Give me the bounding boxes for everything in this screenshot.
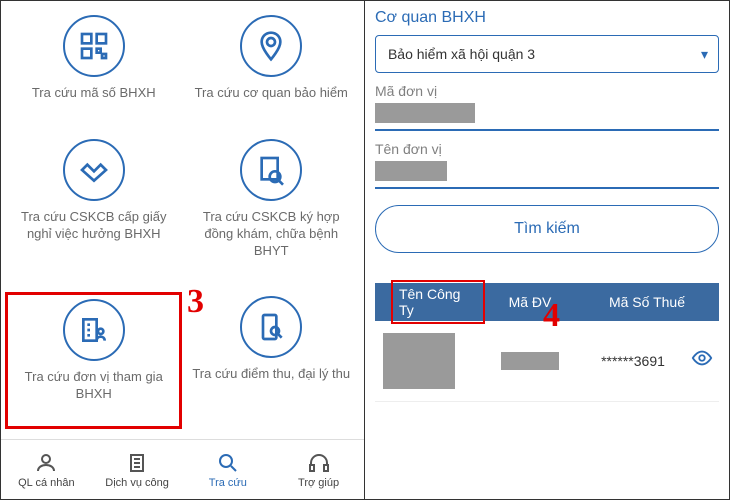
agency-select[interactable]: Bảo hiểm xã hội quận 3: [375, 35, 719, 73]
eye-icon[interactable]: [691, 347, 719, 375]
unit-code-input[interactable]: [375, 103, 719, 131]
lookup-label: Tra cứu điểm thu, đại lý thu: [192, 366, 350, 383]
col-unitcode: Mã ĐV: [485, 294, 575, 310]
handshake-icon: [63, 139, 125, 201]
redacted-block: [501, 352, 559, 370]
step-annotation-3: 3: [187, 283, 204, 321]
agency-field: Cơ quan BHXH Bảo hiểm xã hội quận 3: [375, 9, 719, 73]
lookup-menu-panel: Tra cứu mã số BHXH Tra cứu cơ quan bảo h…: [1, 1, 365, 499]
nav-label: Dịch vụ công: [105, 477, 169, 489]
lookup-label: Tra cứu cơ quan bảo hiểm: [195, 85, 348, 102]
lookup-grid: Tra cứu mã số BHXH Tra cứu cơ quan bảo h…: [1, 1, 364, 439]
nav-personal[interactable]: QL cá nhân: [1, 451, 92, 489]
doc-search-icon: [240, 139, 302, 201]
nav-label: Tra cứu: [209, 477, 247, 489]
redacted-block: [383, 333, 455, 389]
headset-icon: [307, 451, 331, 475]
unit-name-field: Tên đơn vị: [375, 141, 719, 189]
col-taxcode: Mã Số Thuế: [575, 294, 719, 310]
unit-code-field: Mã đơn vị: [375, 83, 719, 131]
agency-label: Cơ quan BHXH: [375, 9, 719, 27]
col-company: Tên Công Ty: [375, 280, 485, 324]
cell-company: [375, 333, 485, 389]
qr-icon: [63, 15, 125, 77]
lookup-cskcb-contract[interactable]: Tra cứu CSKCB ký hợp đồng khám, chữa bện…: [182, 135, 359, 283]
redacted-block: [375, 103, 475, 123]
lookup-bhxh-code[interactable]: Tra cứu mã số BHXH: [5, 11, 182, 125]
lookup-label: Tra cứu CSKCB cấp giấy nghỉ việc hưởng B…: [11, 209, 176, 243]
unit-name-input[interactable]: [375, 161, 719, 189]
redacted-block: [375, 161, 447, 181]
col-company-label: Tên Công Ty: [391, 280, 485, 324]
nav-lookup[interactable]: Tra cứu: [182, 451, 273, 489]
building-person-icon: [63, 299, 125, 361]
lookup-label: Tra cứu mã số BHXH: [32, 85, 156, 102]
document-icon: [125, 451, 149, 475]
nav-help[interactable]: Trợ giúp: [273, 451, 364, 489]
location-badge-icon: [240, 15, 302, 77]
nav-label: QL cá nhân: [18, 477, 74, 489]
lookup-insurance-agency[interactable]: Tra cứu cơ quan bảo hiểm: [182, 11, 359, 125]
user-gear-icon: [34, 451, 58, 475]
nav-public-service[interactable]: Dịch vụ công: [92, 451, 183, 489]
lookup-collection-point[interactable]: Tra cứu điểm thu, đại lý thu: [182, 292, 359, 429]
cell-unitcode: [485, 352, 575, 370]
lookup-unit-participation[interactable]: Tra cứu đơn vị tham gia BHXH: [5, 292, 182, 429]
lookup-cskcb-leave[interactable]: Tra cứu CSKCB cấp giấy nghỉ việc hưởng B…: [5, 135, 182, 283]
unit-code-label: Mã đơn vị: [375, 83, 719, 99]
search-icon: [216, 451, 240, 475]
phone-search-icon: [240, 296, 302, 358]
nav-label: Trợ giúp: [298, 477, 339, 489]
bottom-navigation: QL cá nhân Dịch vụ công Tra cứu Trợ giúp: [1, 439, 364, 499]
unit-name-label: Tên đơn vị: [375, 141, 719, 157]
lookup-label: Tra cứu đơn vị tham gia BHXH: [14, 369, 173, 403]
search-form-panel: Cơ quan BHXH Bảo hiểm xã hội quận 3 Mã đ…: [365, 1, 729, 499]
search-button[interactable]: Tìm kiếm: [375, 205, 719, 253]
cell-taxcode: ******3691: [575, 353, 691, 369]
step-annotation-4: 4: [543, 297, 560, 335]
lookup-label: Tra cứu CSKCB ký hợp đồng khám, chữa bện…: [188, 209, 353, 260]
